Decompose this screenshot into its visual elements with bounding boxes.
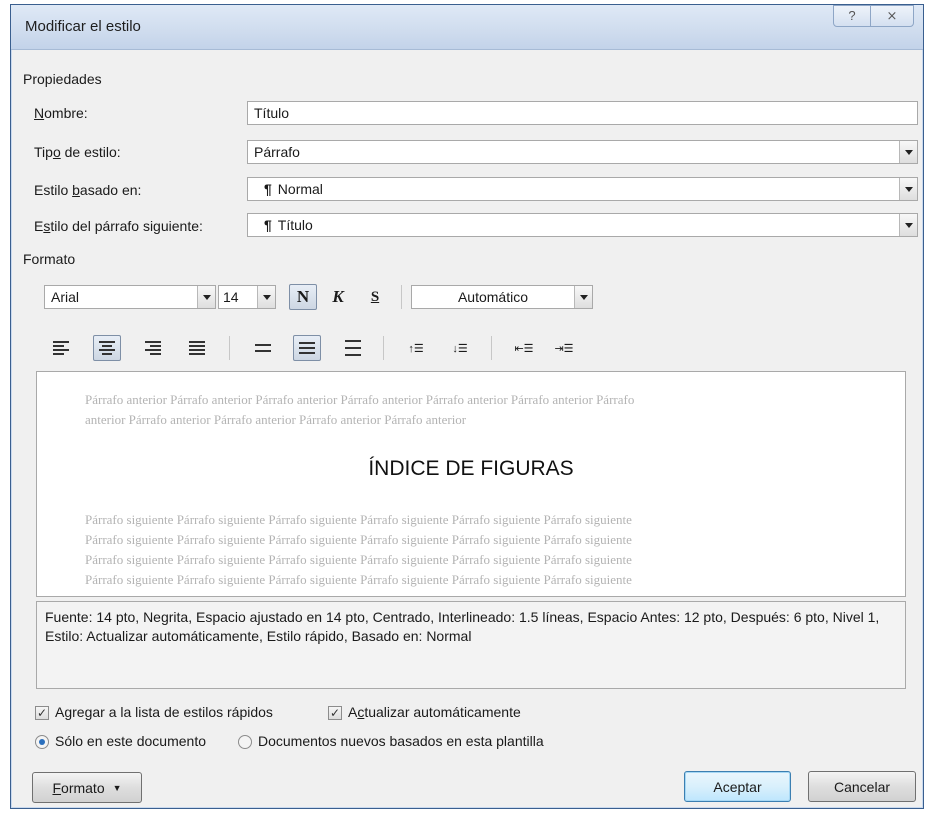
help-button[interactable]: ? — [833, 5, 871, 27]
decrease-spacing-icon: ↓☰ — [452, 342, 468, 355]
preview-previous-line: anterior Párrafo anterior Párrafo anteri… — [85, 412, 467, 427]
chevron-down-icon[interactable] — [197, 286, 215, 308]
style-type-label: Tipo de estilo: — [34, 144, 121, 160]
paragraph-mark-icon: ¶ — [264, 217, 272, 233]
increase-indent-button[interactable]: ⇥☰ — [551, 335, 577, 361]
font-size-select[interactable]: 14 — [218, 285, 276, 309]
properties-section-label: Propiedades — [23, 71, 102, 87]
title-bar: Modificar el estilo ? ⨯ — [11, 5, 923, 50]
toolbar-separator — [401, 285, 402, 309]
underline-button[interactable]: S — [363, 284, 387, 310]
only-this-document-label[interactable]: Sólo en este documento — [55, 733, 206, 749]
preview-following-line: Párrafo siguiente Párrafo siguiente Párr… — [85, 572, 632, 587]
chevron-down-icon[interactable] — [257, 286, 275, 308]
chevron-down-icon[interactable] — [899, 178, 917, 200]
next-style-select[interactable]: ¶ Título — [247, 213, 918, 237]
based-on-select[interactable]: ¶ Normal — [247, 177, 918, 201]
increase-spacing-icon: ↑☰ — [408, 342, 424, 355]
next-style-label: Estilo del párrafo siguiente: — [34, 218, 203, 234]
decrease-spacing-before-button[interactable]: ↓☰ — [447, 335, 473, 361]
format-menu-button[interactable]: Formato ▼ — [32, 772, 142, 803]
add-quick-styles-label[interactable]: Agregar a la lista de estilos rápidos — [55, 704, 273, 720]
color-value: Automático — [457, 289, 529, 305]
add-quick-styles-checkbox[interactable]: ✓ — [35, 706, 49, 720]
dialog-title: Modificar el estilo — [25, 18, 141, 35]
font-value: Arial — [51, 289, 80, 305]
chevron-down-icon[interactable] — [899, 214, 917, 236]
modify-style-dialog: Modificar el estilo ? ⨯ Propiedades Nomb… — [10, 4, 924, 809]
preview-following-line: Párrafo siguiente Párrafo siguiente Párr… — [85, 552, 632, 567]
format-menu-label: Formato — [52, 779, 105, 796]
name-value: Título — [254, 105, 290, 121]
style-preview: Párrafo anterior Párrafo anterior Párraf… — [36, 371, 906, 597]
bold-button[interactable]: N — [289, 284, 317, 310]
chevron-down-icon: ▼ — [112, 782, 122, 793]
color-select[interactable]: Automático — [411, 285, 593, 309]
align-right-button[interactable] — [141, 335, 165, 361]
align-center-icon — [99, 341, 115, 355]
preview-previous-line: Párrafo anterior Párrafo anterior Párraf… — [85, 392, 635, 407]
preview-title: ÍNDICE DE FIGURAS — [368, 457, 574, 480]
only-this-document-radio[interactable] — [35, 735, 49, 749]
increase-indent-icon: ⇥☰ — [554, 342, 574, 355]
align-center-button[interactable] — [93, 335, 121, 361]
one-half-spacing-button[interactable] — [293, 335, 321, 361]
double-spacing-button[interactable] — [341, 335, 365, 361]
justify-button[interactable] — [185, 335, 209, 361]
align-right-icon — [145, 341, 161, 355]
toolbar-separator — [229, 336, 230, 360]
style-type-value: Párrafo — [254, 144, 300, 160]
italic-button[interactable]: K — [325, 284, 351, 310]
auto-update-label[interactable]: Actualizar automáticamente — [348, 704, 521, 720]
toolbar-separator — [491, 336, 492, 360]
paragraph-mark-icon: ¶ — [264, 181, 272, 197]
name-label: Nombre: — [34, 105, 88, 121]
auto-update-checkbox[interactable]: ✓ — [328, 706, 342, 720]
font-size-value: 14 — [223, 289, 239, 305]
single-spacing-icon — [255, 344, 271, 352]
chevron-down-icon[interactable] — [574, 286, 592, 308]
single-spacing-button[interactable] — [251, 335, 275, 361]
font-select[interactable]: Arial — [44, 285, 216, 309]
based-on-label: Estilo basado en: — [34, 182, 142, 198]
based-on-value: Normal — [277, 181, 323, 197]
new-documents-radio[interactable] — [238, 735, 252, 749]
toolbar-separator — [383, 336, 384, 360]
style-type-select[interactable]: Párrafo — [247, 140, 918, 164]
justify-icon — [189, 341, 205, 355]
increase-spacing-before-button[interactable]: ↑☰ — [403, 335, 429, 361]
accept-button[interactable]: Aceptar — [684, 771, 791, 802]
name-input[interactable]: Título — [247, 101, 918, 125]
new-documents-label[interactable]: Documentos nuevos basados en esta planti… — [258, 733, 544, 749]
radio-selected-dot — [39, 739, 45, 745]
chevron-down-icon[interactable] — [899, 141, 917, 163]
align-left-icon — [53, 341, 69, 355]
one-half-spacing-icon — [299, 342, 315, 354]
format-section-label: Formato — [23, 251, 76, 267]
decrease-indent-icon: ⇤☰ — [514, 342, 534, 355]
align-left-button[interactable] — [49, 335, 73, 361]
cancel-button[interactable]: Cancelar — [808, 771, 916, 802]
style-description: Fuente: 14 pto, Negrita, Espacio ajustad… — [36, 601, 906, 689]
preview-following-line: Párrafo siguiente Párrafo siguiente Párr… — [85, 532, 632, 547]
preview-following-line: Párrafo siguiente Párrafo siguiente Párr… — [85, 512, 632, 527]
double-spacing-icon — [345, 340, 361, 356]
next-style-value: Título — [277, 217, 313, 233]
close-button[interactable]: ⨯ — [870, 5, 914, 27]
decrease-indent-button[interactable]: ⇤☰ — [511, 335, 537, 361]
